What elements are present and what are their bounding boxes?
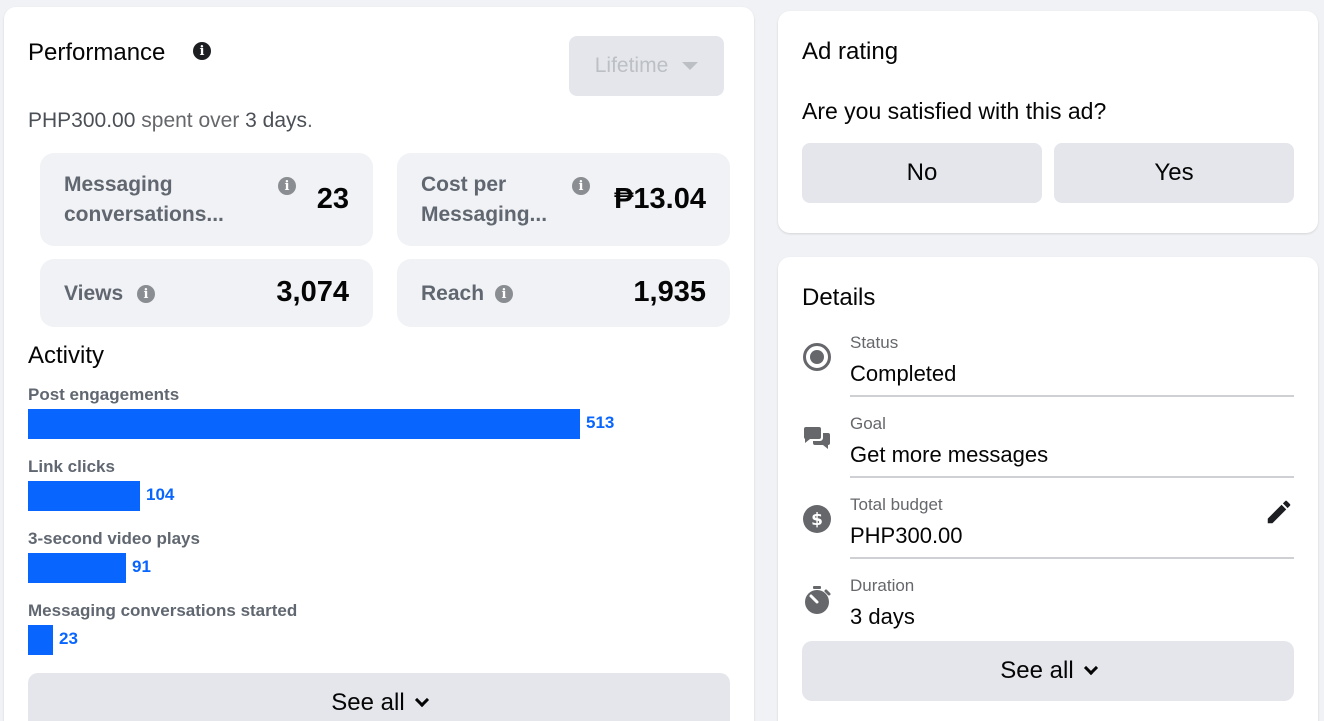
activity-title: Activity <box>28 342 105 369</box>
info-icon[interactable]: i <box>572 177 590 195</box>
info-icon[interactable]: i <box>137 285 155 303</box>
bar-value: 104 <box>146 485 175 504</box>
status-radio-icon <box>803 343 831 371</box>
metric-label-line2: Messaging... <box>421 203 548 226</box>
metric-value: 23 <box>316 183 349 215</box>
metric-reach[interactable]: Reach i 1,935 <box>397 259 730 327</box>
bar-video-plays <box>28 553 126 583</box>
details-see-all-button[interactable]: See all <box>802 641 1294 701</box>
bar-label: 3-second video plays <box>28 529 200 548</box>
metric-label: Cost per Messaging... <box>421 170 547 230</box>
metric-label: Reach <box>421 282 485 305</box>
info-icon[interactable]: i <box>278 177 296 195</box>
dollar-circle-icon: $ <box>803 505 831 533</box>
divider <box>850 395 1294 397</box>
lifetime-dropdown[interactable]: Lifetime <box>569 36 724 96</box>
stopwatch-icon <box>805 586 831 614</box>
metric-value: ₱13.04 <box>614 183 706 215</box>
detail-label: Status <box>850 333 899 352</box>
detail-label: Duration <box>850 576 915 595</box>
metric-value: 3,074 <box>276 276 349 308</box>
bar-value: 23 <box>59 629 78 648</box>
detail-label: Total budget <box>850 495 943 514</box>
rating-no-button[interactable]: No <box>802 143 1042 203</box>
chat-bubbles-icon <box>803 427 830 449</box>
bar-link-clicks <box>28 481 140 511</box>
chevron-down-icon <box>1083 660 1098 676</box>
ad-rating-title: Ad rating <box>802 38 899 65</box>
caret-down-icon <box>682 62 699 70</box>
metric-label: Messaging conversations... <box>64 170 224 230</box>
detail-value: Completed <box>850 361 957 386</box>
see-all-label: See all <box>331 689 405 716</box>
ad-rating-card: Ad rating Are you satisfied with this ad… <box>778 11 1318 233</box>
ad-rating-question: Are you satisfied with this ad? <box>802 98 1107 124</box>
details-card: Details Status Completed Goal Get more m… <box>778 257 1318 721</box>
details-title: Details <box>802 284 876 311</box>
lifetime-label: Lifetime <box>594 54 669 77</box>
rating-yes-button[interactable]: Yes <box>1054 143 1294 203</box>
metric-messaging-conversations[interactable]: Messaging conversations... i 23 <box>40 153 373 246</box>
spent-end: . <box>307 109 313 132</box>
bar-label: Link clicks <box>28 457 115 476</box>
detail-value: 3 days <box>850 604 915 629</box>
activity-see-all-button[interactable]: See all <box>28 673 730 721</box>
metric-label-line1: Cost per <box>421 173 507 196</box>
detail-label: Goal <box>850 414 886 433</box>
bar-value: 513 <box>586 413 615 432</box>
detail-row-budget: $ Total budget PHP300.00 <box>778 493 1318 574</box>
spent-amount: PHP300.00 <box>28 109 136 132</box>
detail-value: PHP300.00 <box>850 523 963 548</box>
divider <box>850 476 1294 478</box>
see-all-label: See all <box>1000 657 1074 684</box>
metric-label-line2: conversations... <box>64 203 224 226</box>
performance-card: Performance i Lifetime PHP300.00 spent o… <box>4 7 754 721</box>
info-icon[interactable]: i <box>495 285 513 303</box>
bar-post-engagements <box>28 409 580 439</box>
bar-label: Post engagements <box>28 385 180 404</box>
performance-title: Performance <box>28 39 166 66</box>
svg-text:$: $ <box>811 510 823 530</box>
pencil-icon[interactable] <box>1264 497 1294 527</box>
spent-days: 3 days <box>245 109 308 132</box>
metric-value: 1,935 <box>633 276 706 308</box>
metric-cost-per-messaging[interactable]: Cost per Messaging... i ₱13.04 <box>397 153 730 246</box>
detail-row-status: Status Completed <box>778 331 1318 412</box>
metric-views[interactable]: Views i 3,074 <box>40 259 373 327</box>
detail-row-goal: Goal Get more messages <box>778 412 1318 493</box>
bar-messaging-conversations <box>28 625 53 655</box>
bar-label: Messaging conversations started <box>28 601 298 620</box>
bar-value: 91 <box>132 557 151 576</box>
spent-summary: PHP300.00 spent over 3 days. <box>28 109 313 133</box>
metric-label: Views <box>64 282 124 305</box>
info-icon[interactable]: i <box>193 42 211 60</box>
metric-label-line1: Messaging <box>64 173 173 196</box>
detail-value: Get more messages <box>850 442 1049 467</box>
spent-text: spent over <box>141 109 240 132</box>
chevron-down-icon <box>414 692 429 708</box>
divider <box>850 557 1294 559</box>
